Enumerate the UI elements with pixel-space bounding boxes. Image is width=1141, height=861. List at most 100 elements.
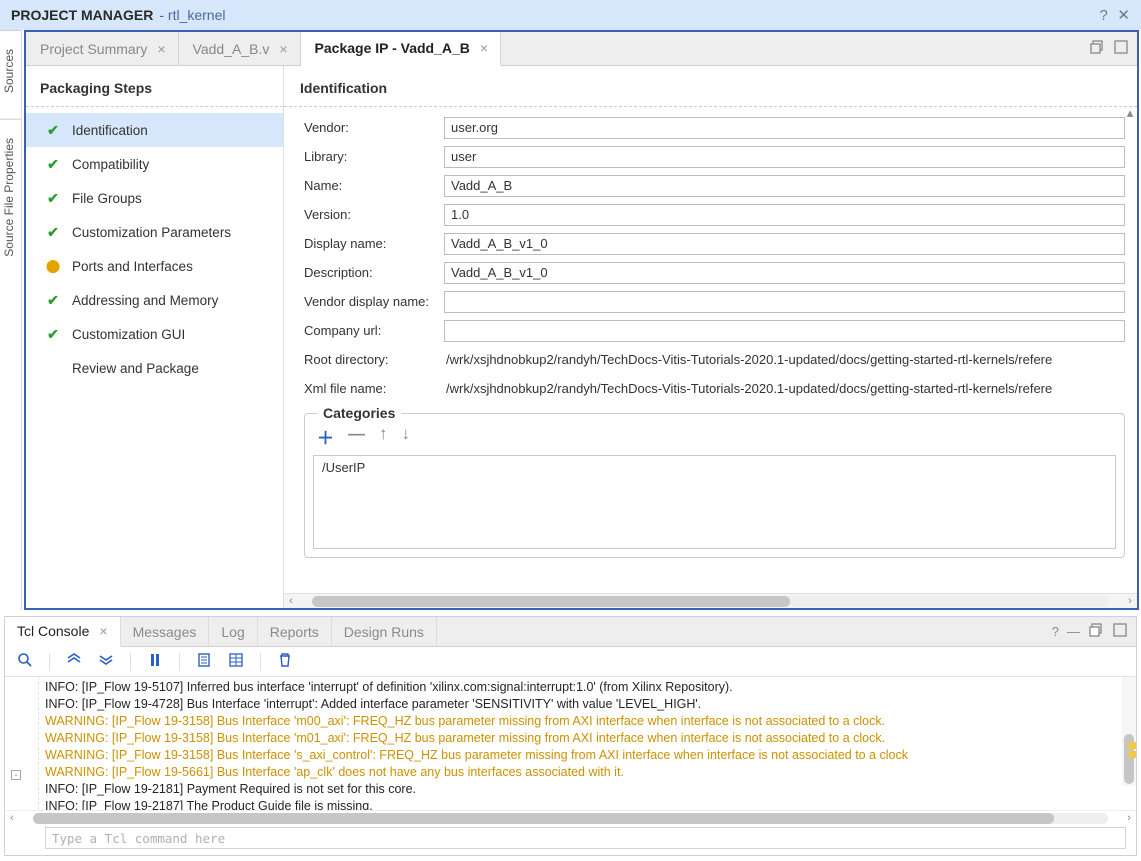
close-icon[interactable]: × (480, 40, 488, 56)
move-down-button[interactable]: ↓ (402, 424, 411, 449)
title-actions: ? ✕ (1093, 6, 1130, 24)
categories-label: Categories (317, 405, 401, 421)
name-label: Name: (304, 178, 444, 193)
version-label: Version: (304, 207, 444, 222)
step-customization-parameters[interactable]: ✔Customization Parameters (26, 215, 283, 249)
description-input[interactable]: Vadd_A_B_v1_0 (444, 262, 1125, 284)
check-icon: ✔ (47, 190, 59, 207)
xml-file-label: Xml file name: (304, 381, 444, 396)
vendor-display-input[interactable] (444, 291, 1125, 313)
side-tab-sources[interactable]: Sources (0, 30, 21, 111)
root-dir-label: Root directory: (304, 352, 444, 367)
console-output[interactable]: - INFO: [IP_Flow 19-5107] Inferred bus i… (5, 677, 1136, 810)
editor-tabs: Project Summary × Vadd_A_B.v × Package I… (26, 32, 1137, 66)
bottom-tabs: Tcl Console× Messages Log Reports Design… (5, 617, 1136, 647)
console-line: INFO: [IP_Flow 19-5107] Inferred bus int… (45, 679, 1128, 696)
console-toolbar (5, 647, 1136, 677)
company-url-input[interactable] (444, 320, 1125, 342)
fold-icon[interactable]: - (11, 770, 21, 780)
trash-icon[interactable] (277, 652, 293, 672)
maximize-icon[interactable] (1112, 622, 1128, 641)
check-icon: ✔ (47, 122, 59, 139)
remove-button[interactable]: — (348, 424, 365, 449)
tab-reports[interactable]: Reports (258, 617, 332, 646)
categories-group: Categories ＋ — ↑ ↓ /UserIP (304, 413, 1125, 558)
step-review-and-package[interactable]: Review and Package (26, 351, 283, 385)
help-icon[interactable]: ? (1052, 624, 1059, 639)
check-icon: ✔ (47, 156, 59, 173)
add-button[interactable]: ＋ (317, 424, 334, 449)
step-compatibility[interactable]: ✔Compatibility (26, 147, 283, 181)
scroll-left-icon[interactable]: ‹ (5, 812, 19, 824)
h-scrollbar[interactable]: ‹ › (284, 593, 1137, 608)
root-dir-value: /wrk/xsjhdnobkup2/randyh/TechDocs-Vitis-… (444, 352, 1125, 367)
step-addressing-and-memory[interactable]: ✔Addressing and Memory (26, 283, 283, 317)
pause-icon[interactable] (147, 652, 163, 672)
v-scrollbar[interactable] (1122, 677, 1136, 786)
close-icon[interactable]: × (279, 41, 287, 57)
restore-icon[interactable] (1089, 39, 1105, 58)
blank-icon (44, 359, 62, 377)
minimize-icon[interactable]: — (1067, 624, 1080, 639)
help-icon[interactable]: ? (1099, 7, 1107, 24)
console-h-scrollbar[interactable]: ‹ › (5, 810, 1136, 825)
step-label: Ports and Interfaces (72, 259, 193, 274)
expand-all-icon[interactable] (98, 652, 114, 672)
step-label: Identification (72, 123, 148, 138)
console-line: INFO: [IP_Flow 19-2187] The Product Guid… (45, 798, 1128, 810)
tcl-command-input[interactable]: Type a Tcl command here (45, 827, 1126, 849)
step-label: Addressing and Memory (72, 293, 218, 308)
step-file-groups[interactable]: ✔ File Groups (26, 181, 283, 215)
restore-icon[interactable] (1088, 622, 1104, 641)
version-input[interactable]: 1.0 (444, 204, 1125, 226)
step-identification[interactable]: ✔ Identification (26, 113, 283, 147)
company-url-label: Company url: (304, 323, 444, 338)
tab-messages[interactable]: Messages (121, 617, 210, 646)
vendor-input[interactable]: user.org (444, 117, 1125, 139)
console-line: INFO: [IP_Flow 19-2181] Payment Required… (45, 781, 1128, 798)
display-name-label: Display name: (304, 236, 444, 251)
close-icon[interactable]: × (157, 41, 165, 57)
check-icon: ✔ (47, 326, 59, 343)
display-name-input[interactable]: Vadd_A_B_v1_0 (444, 233, 1125, 255)
tab-design-runs[interactable]: Design Runs (332, 617, 437, 646)
collapse-all-icon[interactable] (66, 652, 82, 672)
scroll-right-icon[interactable]: › (1122, 812, 1136, 824)
content-title: Identification (284, 66, 1137, 107)
categories-list[interactable]: /UserIP (313, 455, 1116, 549)
step-ports-and-interfaces[interactable]: ⬤Ports and Interfaces (26, 249, 283, 283)
step-customization-gui[interactable]: ✔Customization GUI (26, 317, 283, 351)
tab-tcl-console[interactable]: Tcl Console× (5, 617, 121, 647)
move-up-button[interactable]: ↑ (379, 424, 388, 449)
tab-project-summary[interactable]: Project Summary × (26, 32, 179, 65)
tab-label: Package IP - Vadd_A_B (315, 40, 470, 56)
step-label: Customization Parameters (72, 225, 231, 240)
step-label: File Groups (72, 191, 142, 206)
categories-toolbar: ＋ — ↑ ↓ (313, 424, 1116, 455)
tab-actions (1089, 32, 1137, 65)
close-icon[interactable]: × (99, 623, 107, 639)
console-line: WARNING: [IP_Flow 19-3158] Bus Interface… (45, 713, 1128, 730)
packaging-steps-panel: Packaging Steps ✔ Identification ✔Compatib… (26, 66, 284, 608)
tab-package-ip[interactable]: Package IP - Vadd_A_B × (301, 32, 502, 66)
console-line: WARNING: [IP_Flow 19-3158] Bus Interface… (45, 730, 1128, 747)
library-input[interactable]: user (444, 146, 1125, 168)
title-bar: PROJECT MANAGER - rtl_kernel ? ✕ (0, 0, 1141, 30)
scroll-right-icon[interactable]: › (1123, 595, 1137, 607)
close-icon[interactable]: ✕ (1117, 7, 1130, 24)
identification-panel: ▴ Identification Vendor:user.org Library… (284, 66, 1137, 608)
maximize-icon[interactable] (1113, 39, 1129, 58)
category-item[interactable]: /UserIP (322, 460, 1107, 475)
search-icon[interactable] (17, 652, 33, 672)
console-line: WARNING: [IP_Flow 19-3158] Bus Interface… (45, 747, 1128, 764)
scroll-up-icon[interactable]: ▴ (1125, 106, 1135, 120)
page-icon[interactable] (196, 652, 212, 672)
name-input[interactable]: Vadd_A_B (444, 175, 1125, 197)
scroll-left-icon[interactable]: ‹ (284, 595, 298, 607)
panel-title: Packaging Steps (26, 66, 283, 107)
side-tab-source-file-properties[interactable]: Source File Properties (0, 119, 21, 275)
table-icon[interactable] (228, 652, 244, 672)
tab-log[interactable]: Log (209, 617, 257, 646)
side-tabs: Sources Source File Properties (0, 30, 22, 610)
tab-vadd-ab-v[interactable]: Vadd_A_B.v × (179, 32, 301, 65)
